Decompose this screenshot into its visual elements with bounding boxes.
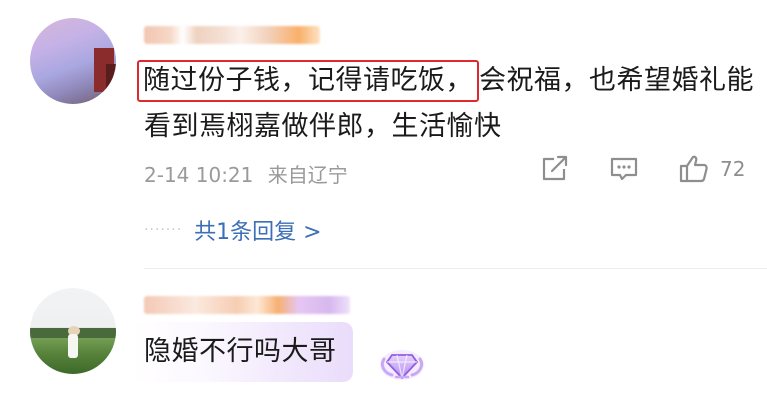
comment-time: 2-14 10:21 [144,163,254,187]
like-button[interactable]: 72 [678,154,745,184]
divider [144,268,767,269]
like-icon [679,155,708,183]
comment-location: 来自辽宁 [267,163,348,187]
share-icon [542,155,568,181]
like-count: 72 [720,157,746,181]
comment-text: 随过份子钱，记得请吃饭， 会祝福，也希望婚礼能看到焉栩嘉做伴郎，生活愉快 [137,58,754,150]
badge-icon [380,350,424,380]
comment-icon [610,157,638,181]
comment-actions: 72 [540,154,745,184]
avatar[interactable] [30,288,116,374]
comment-meta: 2-14 10:21 来自辽宁 [144,159,348,188]
comment-text: 隐婚不行吗大哥 [144,336,337,367]
share-button[interactable] [540,155,570,183]
replies-row: ······· 共1条回复 > [144,214,322,246]
dots-separator: ······· [144,222,183,238]
avatar-person-body [68,334,78,358]
comment-button[interactable] [608,155,640,183]
view-replies-link[interactable]: 共1条回复 > [194,214,321,246]
avatar[interactable] [30,18,116,104]
comment-text-bubble: 隐婚不行吗大哥 [132,322,353,382]
username-blurred[interactable] [144,26,320,44]
avatar-building-detail-2 [106,64,116,94]
username-blurred[interactable] [144,296,350,314]
highlighted-text: 随过份子钱，记得请吃饭， [137,60,479,102]
